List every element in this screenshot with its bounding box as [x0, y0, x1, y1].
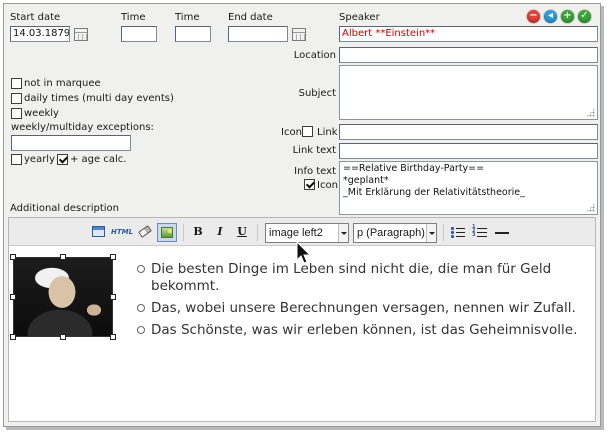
speaker-label: Speaker — [339, 12, 380, 23]
subject-textarea[interactable] — [339, 65, 598, 120]
chevron-down-icon — [426, 224, 436, 242]
link-label: Link — [317, 127, 338, 138]
bold-button[interactable]: B — [191, 224, 205, 241]
event-editor-panel: Start date Time Time End date Speaker − … — [3, 3, 601, 427]
numbered-list-icon[interactable]: 123 — [472, 224, 488, 241]
toolbar-separator — [443, 224, 444, 241]
info-text-label: Info text — [294, 166, 336, 177]
link-text-input[interactable] — [339, 143, 598, 159]
weekly-checkbox[interactable] — [11, 108, 22, 119]
resize-handle[interactable] — [110, 334, 116, 340]
resize-handle[interactable] — [10, 334, 16, 340]
chevron-down-icon — [338, 224, 348, 242]
paragraph-format-value: p (Paragraph) — [357, 227, 425, 239]
additional-description-label: Additional description — [10, 203, 119, 214]
bullet-list-icon[interactable] — [450, 224, 466, 241]
info-icon-checkbox[interactable] — [304, 179, 315, 190]
portrait-image[interactable] — [13, 257, 113, 337]
location-input[interactable] — [339, 47, 598, 63]
info-icon-label: Icon — [317, 180, 338, 191]
link-input[interactable] — [339, 124, 598, 140]
resize-grip-icon[interactable] — [586, 203, 595, 212]
not-in-marquee-checkbox[interactable] — [11, 78, 22, 89]
window-icon[interactable] — [91, 224, 107, 241]
location-label: Location — [293, 50, 336, 61]
start-date-label: Start date — [10, 12, 61, 23]
info-text-line: ==Relative Birthday-Party== — [343, 163, 485, 174]
resize-handle[interactable] — [60, 334, 66, 340]
editor-content[interactable]: Die besten Dinge im Leben sind nicht die… — [9, 247, 595, 422]
age-calc-label: + age calc. — [70, 154, 127, 165]
daily-times-checkbox[interactable] — [11, 93, 22, 104]
add-icon[interactable]: + — [561, 10, 574, 23]
resize-grip-icon[interactable] — [586, 108, 595, 117]
time-label: Time — [121, 12, 146, 23]
resize-handle[interactable] — [110, 294, 116, 300]
exceptions-label: weekly/multiday exceptions: — [11, 122, 154, 133]
toolbar-separator — [183, 224, 184, 241]
list-item: Das, wobei unsere Berechnungen versagen,… — [137, 300, 592, 317]
remove-icon[interactable]: − — [527, 10, 540, 23]
speaker-input[interactable]: Albert **Einstein** — [339, 26, 598, 42]
calendar-icon[interactable] — [74, 28, 88, 41]
italic-button[interactable]: I — [213, 224, 227, 241]
resize-handle[interactable] — [110, 254, 116, 260]
calendar-icon-end[interactable] — [292, 28, 306, 41]
quote-list: Die besten Dinge im Leben sind nicht die… — [137, 261, 592, 344]
end-date-label: End date — [228, 12, 273, 23]
start-time-input[interactable] — [121, 26, 157, 42]
end-time-input[interactable] — [175, 26, 211, 42]
resize-handle[interactable] — [60, 254, 66, 260]
subject-label: Subject — [298, 88, 336, 99]
exceptions-input[interactable] — [11, 135, 131, 151]
list-item: Die besten Dinge im Leben sind nicht die… — [137, 261, 592, 295]
html-source-button[interactable]: HTML — [110, 224, 134, 241]
paragraph-format-select[interactable]: p (Paragraph) — [353, 223, 437, 243]
toolbar-separator — [257, 224, 258, 241]
not-in-marquee-label: not in marquee — [24, 78, 101, 89]
icon-label: Icon — [281, 127, 302, 138]
previous-icon[interactable]: ◂ — [544, 10, 557, 23]
image-style-value: image left2 — [269, 227, 323, 239]
resize-handle[interactable] — [10, 294, 16, 300]
weekly-label: weekly — [24, 108, 59, 119]
info-text-textarea[interactable]: ==Relative Birthday-Party== *geplant* _M… — [339, 161, 598, 215]
yearly-checkbox[interactable] — [11, 154, 22, 165]
time-label-2: Time — [175, 12, 200, 23]
daily-times-label: daily times (multi day events) — [24, 93, 174, 104]
insert-image-icon[interactable] — [157, 223, 177, 242]
info-text-line: *geplant* — [343, 175, 389, 186]
eraser-icon[interactable] — [137, 224, 153, 241]
yearly-label: yearly — [24, 154, 56, 165]
confirm-icon[interactable]: ✓ — [578, 10, 591, 23]
start-date-input[interactable]: 14.03.1879 — [10, 26, 70, 42]
age-calc-checkbox[interactable] — [57, 154, 68, 165]
mouse-cursor-icon — [296, 241, 312, 264]
underline-button[interactable]: U — [235, 224, 249, 241]
resize-handle[interactable] — [10, 254, 16, 260]
list-item: Das Schönste, was wir erleben können, is… — [137, 322, 592, 339]
icon-link-checkbox[interactable] — [302, 126, 313, 137]
info-text-line: _Mit Erklärung der Relativitätstheorie_ — [343, 187, 525, 198]
link-text-label: Link text — [292, 145, 336, 156]
image-style-select[interactable]: image left2 — [265, 223, 349, 243]
end-date-input[interactable] — [228, 26, 288, 42]
horizontal-rule-icon[interactable] — [494, 224, 510, 241]
